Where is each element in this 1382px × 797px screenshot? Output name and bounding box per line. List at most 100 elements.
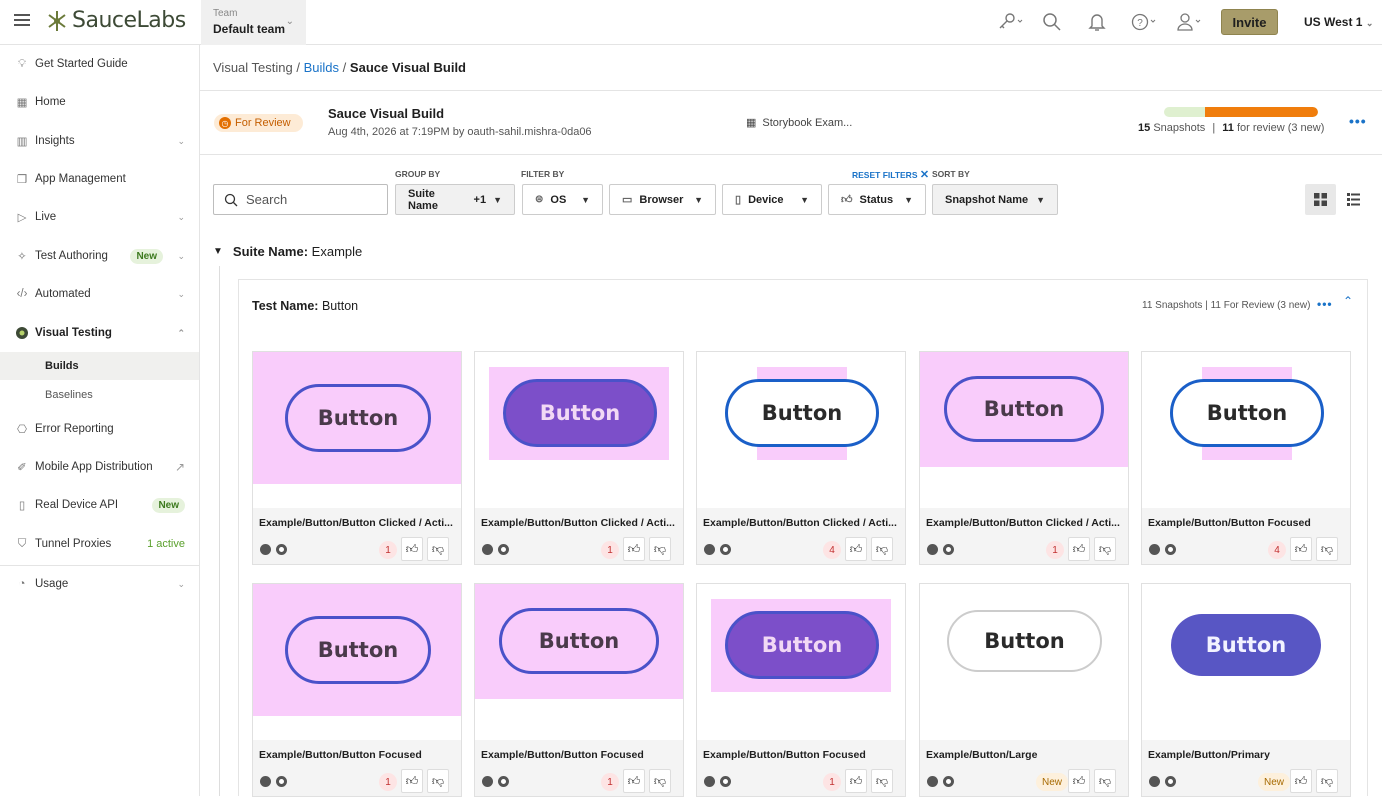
snapshot-thumbnail[interactable]: Button — [697, 352, 905, 508]
thumbs-up-icon: 👍︎ — [405, 773, 419, 788]
sidebar-item-usage[interactable]: ◔ Usage ⌄ — [0, 565, 199, 603]
bell-icon[interactable] — [1087, 12, 1107, 32]
saucelabs-logo[interactable]: SauceLabs — [46, 8, 186, 33]
invite-button[interactable]: Invite — [1221, 9, 1278, 35]
os-icon — [482, 544, 493, 555]
search-input[interactable] — [246, 192, 376, 207]
reject-button[interactable]: 👎︎ — [427, 537, 449, 561]
approve-button[interactable]: 👍︎ — [1290, 537, 1312, 561]
approve-button[interactable]: 👍︎ — [1068, 769, 1090, 793]
snapshot-thumbnail[interactable]: Button — [1142, 584, 1350, 740]
approve-button[interactable]: 👍︎ — [401, 769, 423, 793]
sidebar-item-mobile-app-distribution[interactable]: ✐ Mobile App Distribution ↗ — [0, 448, 199, 486]
snapshot-card[interactable]: Button Example/Button/Button Focused 1 👍… — [252, 583, 462, 797]
snapshot-card[interactable]: Button Example/Button/Button Clicked / A… — [919, 351, 1129, 565]
snapshot-card[interactable]: Button Example/Button/Large New 👍︎ 👎︎ — [919, 583, 1129, 797]
snapshot-card[interactable]: Button Example/Button/Button Clicked / A… — [252, 351, 462, 565]
approve-button[interactable]: 👍︎ — [401, 537, 423, 561]
snapshot-card[interactable]: Button Example/Button/Primary New 👍︎ 👎︎ — [1141, 583, 1351, 797]
region-selector[interactable]: US West 1 ⌄ — [1304, 15, 1373, 29]
sidebar-item-home[interactable]: ▦ Home — [0, 83, 199, 121]
snapshot-thumbnail[interactable]: Button — [697, 584, 905, 740]
reject-button[interactable]: 👎︎ — [1094, 537, 1116, 561]
sidebar-item-label: Usage — [35, 578, 69, 590]
reject-button[interactable]: 👎︎ — [1094, 769, 1116, 793]
snapshot-card[interactable]: Button Example/Button/Button Clicked / A… — [696, 351, 906, 565]
approve-button[interactable]: 👍︎ — [1290, 769, 1312, 793]
list-view-button[interactable] — [1338, 184, 1369, 215]
snapshot-thumbnail[interactable]: Button — [253, 352, 461, 508]
browser-icon: ▭ — [622, 194, 633, 206]
sidebar-item-error-reporting[interactable]: ⎔ Error Reporting — [0, 410, 199, 448]
approve-button[interactable]: 👍︎ — [845, 769, 867, 793]
suite-group-header[interactable]: ▼ Suite Name: Example — [213, 244, 362, 259]
sidebar-item-automated[interactable]: ‹/› Automated ⌄ — [0, 275, 199, 313]
os-filter-dropdown[interactable]: ⊜ OS ▼ — [522, 184, 603, 215]
search-icon[interactable] — [1042, 12, 1062, 32]
snapshot-thumbnail[interactable]: Button — [475, 584, 683, 740]
filter-by-label: FILTER BY — [521, 169, 565, 179]
reject-button[interactable]: 👎︎ — [649, 769, 671, 793]
sidebar-item-visual-testing[interactable]: Visual Testing ⌃ — [0, 314, 199, 352]
review-count-label: for review (3 new) — [1236, 122, 1325, 134]
os-icon — [704, 544, 715, 555]
sidebar-subitem-builds[interactable]: Builds — [0, 352, 199, 380]
reject-button[interactable]: 👎︎ — [871, 769, 893, 793]
snapshot-card[interactable]: Button Example/Button/Button Focused 1 👍… — [696, 583, 906, 797]
sidebar-item-tunnel-proxies[interactable]: ⛉ Tunnel Proxies 1 active — [0, 525, 199, 563]
snapshot-thumbnail[interactable]: Button — [920, 584, 1128, 740]
sidebar-item-test-authoring[interactable]: ✧ Test Authoring New ⌄ — [0, 237, 199, 275]
project-link[interactable]: ▦ Storybook Exam... — [746, 116, 852, 130]
breadcrumb-builds-link[interactable]: Builds — [304, 60, 339, 75]
snapshot-thumbnail[interactable]: Button — [253, 584, 461, 740]
test-more-options-icon[interactable]: ••• — [1317, 297, 1333, 311]
snapshot-thumbnail[interactable]: Button — [475, 352, 683, 508]
sidebar-item-get-started[interactable]: 💡︎ Get Started Guide — [0, 45, 199, 83]
new-badge: New — [1258, 773, 1291, 791]
help-icon[interactable]: ? — [1131, 12, 1156, 32]
search-input-wrapper[interactable] — [213, 184, 388, 215]
diff-count-badge: 1 — [379, 541, 397, 559]
reject-button[interactable]: 👎︎ — [1316, 769, 1338, 793]
sidebar-item-insights[interactable]: ▥ Insights ⌄ — [0, 122, 199, 160]
approve-button[interactable]: 👍︎ — [1068, 537, 1090, 561]
more-options-icon[interactable]: ••• — [1349, 113, 1367, 129]
breadcrumb-current: Sauce Visual Build — [349, 60, 467, 75]
snapshot-card[interactable]: Button Example/Button/Button Clicked / A… — [474, 351, 684, 565]
reject-button[interactable]: 👎︎ — [1316, 537, 1338, 561]
reject-button[interactable]: 👎︎ — [649, 537, 671, 561]
snapshot-preview-text: Button — [983, 397, 1065, 421]
sidebar-item-app-management[interactable]: ❐ App Management — [0, 160, 199, 198]
sidebar-item-label: Visual Testing — [35, 327, 112, 339]
snapshot-thumbnail[interactable]: Button — [1142, 352, 1350, 508]
sidebar-subitem-baselines[interactable]: Baselines — [0, 381, 199, 409]
device-filter-dropdown[interactable]: ▯ Device ▼ — [722, 184, 822, 215]
suite-label: Suite Name: — [232, 244, 309, 259]
thumbs-down-icon: 👎︎ — [653, 541, 667, 556]
grid-view-button[interactable] — [1305, 184, 1336, 215]
reset-filters-button[interactable]: RESET FILTERS ✕ — [852, 168, 929, 181]
key-icon[interactable] — [996, 12, 1023, 32]
snapshot-card[interactable]: Button Example/Button/Button Focused 1 👍… — [474, 583, 684, 797]
reject-button[interactable]: 👎︎ — [427, 769, 449, 793]
status-filter-dropdown[interactable]: 👍︎ Status ▼ — [828, 184, 926, 215]
menu-icon[interactable] — [14, 14, 30, 26]
browser-filter-dropdown[interactable]: ▭ Browser ▼ — [609, 184, 716, 215]
group-by-dropdown[interactable]: Suite Name +1 ▼ — [395, 184, 515, 215]
approve-button[interactable]: 👍︎ — [845, 537, 867, 561]
sidebar-item-live[interactable]: ▷ Live ⌄ — [0, 198, 199, 236]
user-icon[interactable] — [1176, 12, 1201, 32]
review-actions: 👍︎ 👎︎ — [623, 769, 671, 793]
test-value: Button — [321, 299, 359, 313]
reject-button[interactable]: 👎︎ — [871, 537, 893, 561]
team-selector[interactable]: Team Default team ⌄ — [201, 0, 306, 45]
chevron-up-icon[interactable]: ⌃ — [1343, 294, 1353, 308]
device-icon: ▯ — [18, 500, 26, 512]
sidebar-item-real-device-api[interactable]: ▯ Real Device API New — [0, 486, 199, 524]
chevron-down-icon: ⌄ — [177, 211, 185, 222]
snapshot-card[interactable]: Button Example/Button/Button Focused 4 👍… — [1141, 351, 1351, 565]
approve-button[interactable]: 👍︎ — [623, 769, 645, 793]
snapshot-thumbnail[interactable]: Button — [920, 352, 1128, 508]
sort-dropdown[interactable]: Snapshot Name ▼ — [932, 184, 1058, 215]
approve-button[interactable]: 👍︎ — [623, 537, 645, 561]
